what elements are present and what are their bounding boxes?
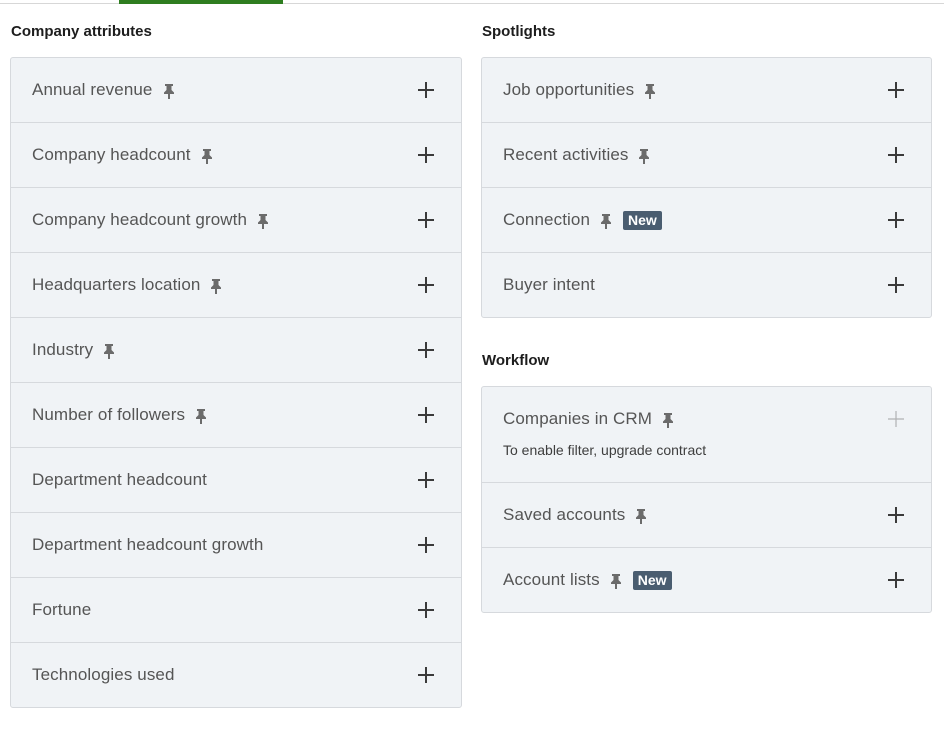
filter-label: Company headcount xyxy=(32,145,191,164)
add-filter-icon[interactable] xyxy=(417,276,435,294)
add-filter-icon[interactable] xyxy=(417,536,435,554)
pin-icon[interactable] xyxy=(661,412,675,428)
add-filter-icon[interactable] xyxy=(417,471,435,489)
filter-row-company-headcount-growth[interactable]: Company headcount growth xyxy=(11,187,461,252)
filter-row-saved-accounts[interactable]: Saved accounts xyxy=(482,482,931,547)
filter-row-annual-revenue[interactable]: Annual revenue xyxy=(11,58,461,122)
filter-label: Account lists xyxy=(503,570,600,589)
add-filter-icon[interactable] xyxy=(417,81,435,99)
add-filter-icon[interactable] xyxy=(887,506,905,524)
filter-label: Annual revenue xyxy=(32,80,153,99)
filter-label: Saved accounts xyxy=(503,505,626,524)
pin-icon[interactable] xyxy=(102,343,116,359)
filter-label: Company headcount growth xyxy=(32,210,248,229)
spotlights-panel: Job opportunities Recent activities Conn… xyxy=(481,57,932,318)
add-filter-icon[interactable] xyxy=(417,146,435,164)
tab-bar-underline xyxy=(0,0,944,4)
filter-row-industry[interactable]: Industry xyxy=(11,317,461,382)
pin-icon[interactable] xyxy=(599,213,613,229)
add-filter-icon[interactable] xyxy=(887,571,905,589)
filter-row-fortune[interactable]: Fortune xyxy=(11,577,461,642)
filter-row-company-headcount[interactable]: Company headcount xyxy=(11,122,461,187)
company-attributes-section: Company attributes Annual revenue Compan… xyxy=(10,20,462,708)
pin-icon[interactable] xyxy=(209,278,223,294)
filter-label: Companies in CRM xyxy=(503,409,652,428)
new-badge: New xyxy=(623,210,662,230)
filter-label: Buyer intent xyxy=(503,275,595,294)
filter-label: Fortune xyxy=(32,600,92,619)
add-filter-icon[interactable] xyxy=(887,211,905,229)
filter-row-account-lists[interactable]: Account lists New xyxy=(482,547,931,612)
filter-label: Headquarters location xyxy=(32,275,201,294)
upgrade-note: To enable filter, upgrade contract xyxy=(503,442,707,458)
filter-label: Job opportunities xyxy=(503,80,635,99)
pin-icon[interactable] xyxy=(256,213,270,229)
filter-label: Connection xyxy=(503,210,591,229)
filter-row-department-headcount[interactable]: Department headcount xyxy=(11,447,461,512)
filter-row-companies-in-crm: Companies in CRM To enable filter, upgra… xyxy=(482,387,931,482)
pin-icon[interactable] xyxy=(194,408,208,424)
active-tab-indicator xyxy=(119,0,283,4)
filter-label: Technologies used xyxy=(32,665,175,684)
right-column: Spotlights Job opportunities Recent acti… xyxy=(481,20,932,613)
add-filter-icon[interactable] xyxy=(417,341,435,359)
section-title-workflow: Workflow xyxy=(482,352,550,369)
filter-label: Number of followers xyxy=(32,405,186,424)
pin-icon[interactable] xyxy=(643,83,657,99)
pin-icon[interactable] xyxy=(634,508,648,524)
pin-icon[interactable] xyxy=(200,148,214,164)
filter-row-headquarters-location[interactable]: Headquarters location xyxy=(11,252,461,317)
add-filter-icon[interactable] xyxy=(417,211,435,229)
section-title-spotlights: Spotlights xyxy=(482,23,556,40)
add-filter-icon xyxy=(888,411,904,427)
filter-row-recent-activities[interactable]: Recent activities xyxy=(482,122,931,187)
pin-icon[interactable] xyxy=(609,573,623,589)
filter-label: Industry xyxy=(32,340,94,359)
filter-label: Recent activities xyxy=(503,145,629,164)
section-title-company-attributes: Company attributes xyxy=(11,23,152,40)
add-filter-icon[interactable] xyxy=(417,601,435,619)
filter-row-connection[interactable]: Connection New xyxy=(482,187,931,252)
pin-icon[interactable] xyxy=(637,148,651,164)
filter-row-header: Companies in CRM xyxy=(503,407,905,431)
filter-row-technologies-used[interactable]: Technologies used xyxy=(11,642,461,707)
pin-icon[interactable] xyxy=(162,83,176,99)
add-filter-icon[interactable] xyxy=(417,406,435,424)
add-filter-icon[interactable] xyxy=(417,666,435,684)
new-badge: New xyxy=(632,570,672,590)
filter-label: Department headcount xyxy=(32,470,207,489)
add-filter-icon[interactable] xyxy=(887,81,905,99)
company-attributes-panel: Annual revenue Company headcount Company… xyxy=(10,57,462,708)
filter-row-job-opportunities[interactable]: Job opportunities xyxy=(482,58,931,122)
filter-row-buyer-intent[interactable]: Buyer intent xyxy=(482,252,931,317)
filter-row-department-headcount-growth[interactable]: Department headcount growth xyxy=(11,512,461,577)
add-filter-icon[interactable] xyxy=(887,146,905,164)
filter-label: Department headcount growth xyxy=(32,535,264,554)
add-filter-icon[interactable] xyxy=(887,276,905,294)
filter-row-number-of-followers[interactable]: Number of followers xyxy=(11,382,461,447)
workflow-panel: Companies in CRM To enable filter, upgra… xyxy=(481,386,932,613)
